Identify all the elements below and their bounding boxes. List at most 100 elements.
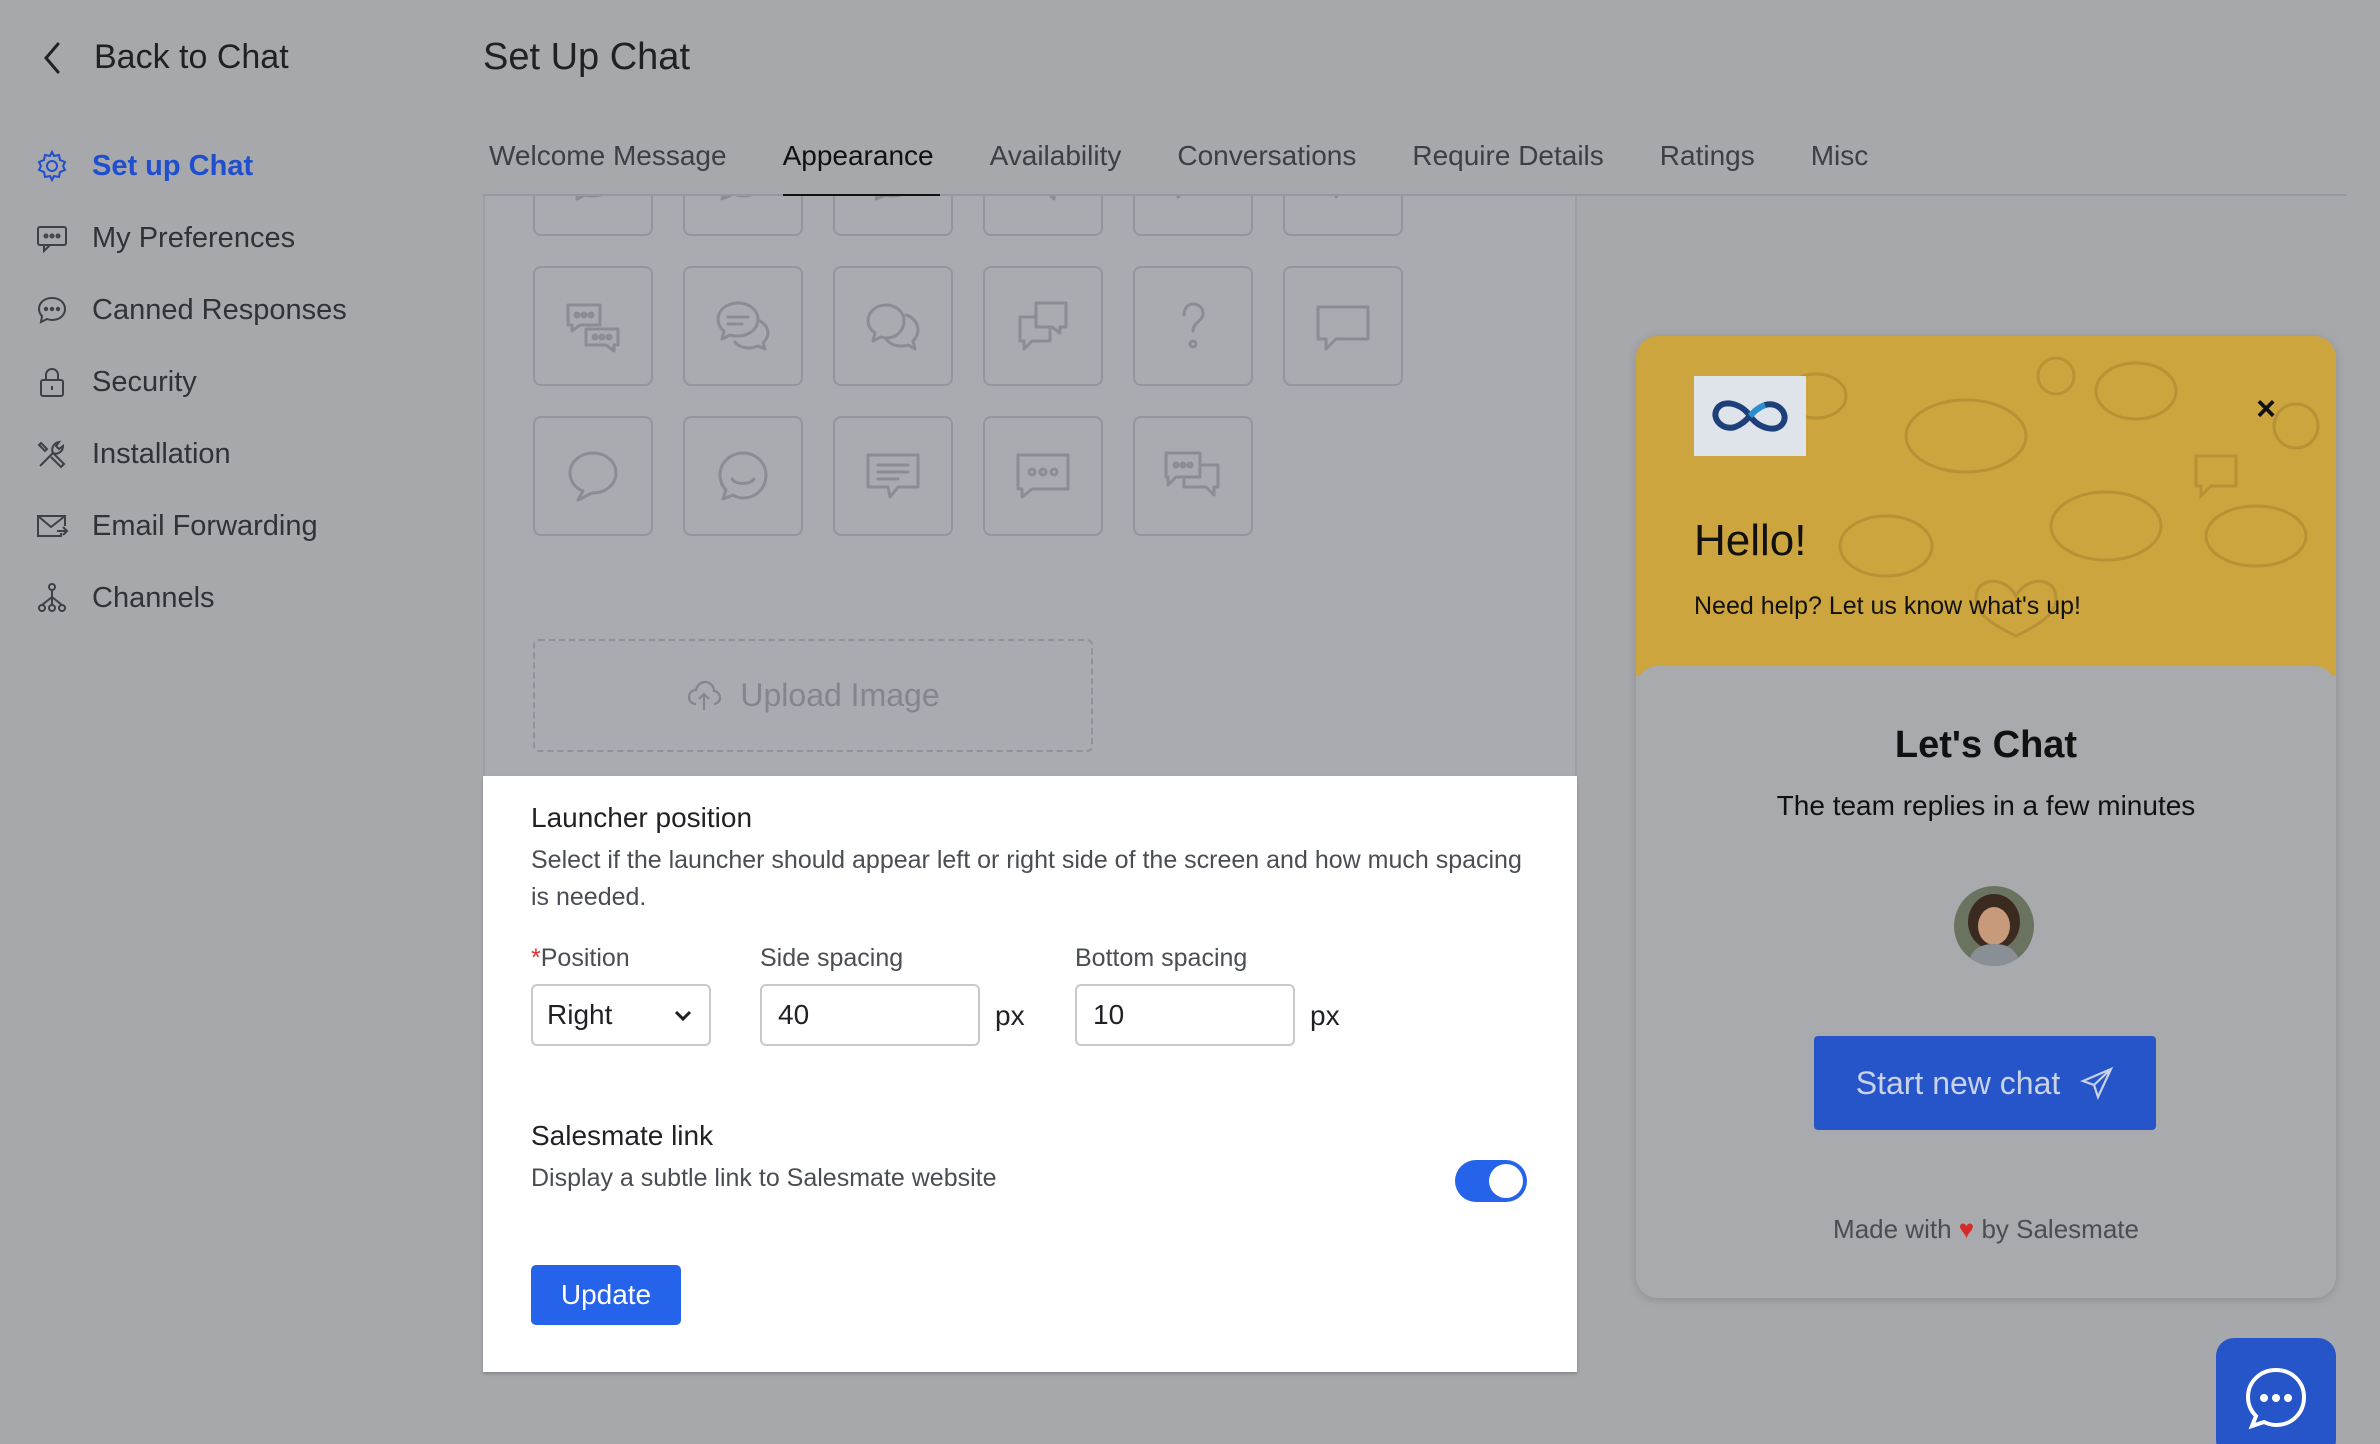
sidebar-item-setup-chat[interactable]: Set up Chat: [34, 130, 454, 202]
tab-require-details[interactable]: Require Details: [1406, 130, 1609, 196]
sidebar-item-label: Security: [92, 365, 197, 398]
launcher-icon-option[interactable]: [683, 266, 803, 386]
launcher-icon-option[interactable]: [1283, 266, 1403, 386]
chevron-down-icon: [674, 1010, 692, 1022]
position-label-text: Position: [540, 944, 630, 972]
salesmate-link-title: Salesmate link: [531, 1120, 714, 1151]
widget-close-icon[interactable]: ×: [2256, 390, 2276, 429]
sidebar-item-label: My Preferences: [92, 221, 296, 254]
sidebar-item-label: Installation: [92, 437, 231, 470]
heart-icon: ♥: [1958, 1214, 1975, 1244]
sidebar-item-label: Set up Chat: [92, 149, 254, 182]
launcher-icon-option[interactable]: [983, 196, 1103, 236]
sidebar-item-email-forwarding[interactable]: Email Forwarding: [34, 490, 454, 562]
round-bubble-icon: [568, 451, 618, 502]
tab-misc[interactable]: Misc: [1805, 130, 1875, 196]
tab-bar: Welcome Message Appearance Availability …: [483, 130, 2347, 198]
bottom-spacing-label: Bottom spacing: [1075, 944, 1248, 972]
launcher-icon-option[interactable]: [533, 266, 653, 386]
widget-help-text: Need help? Let us know what's up!: [1694, 592, 2081, 620]
start-new-chat-button[interactable]: Start new chat: [1814, 1036, 2156, 1130]
bubble-lines-icon: [874, 196, 902, 201]
position-label: *Position: [531, 944, 630, 973]
sidebar-item-security[interactable]: Security: [34, 346, 454, 418]
launcher-icon-option[interactable]: [1133, 196, 1253, 236]
square-bubble-lines-icon: [1176, 196, 1182, 199]
made-with-suffix: by Salesmate: [1981, 1214, 2139, 1244]
agent-avatar: [1954, 886, 2034, 966]
sidebar-item-label: Canned Responses: [92, 293, 347, 326]
page-title: Set Up Chat: [483, 36, 690, 78]
double-round-bubble-icon: [716, 301, 770, 351]
square-bubble-icon: [1316, 305, 1370, 351]
bottom-spacing-unit: px: [1310, 1000, 1340, 1031]
salesmate-link-toggle[interactable]: [1455, 1160, 1527, 1202]
side-spacing-unit: px: [995, 1000, 1025, 1031]
launcher-icon-option[interactable]: [983, 416, 1103, 536]
tab-availability[interactable]: Availability: [984, 130, 1128, 196]
launcher-icon-option[interactable]: [833, 266, 953, 386]
launcher-icon-section: Upload Image: [483, 196, 1577, 776]
tools-icon: [34, 436, 70, 472]
toggle-knob: [1489, 1164, 1523, 1198]
double-round-bubble-icon: [866, 303, 920, 351]
side-spacing-input[interactable]: [760, 984, 980, 1046]
bubble-lines-icon: [1048, 196, 1056, 201]
sidebar-item-label: Email Forwarding: [92, 509, 318, 542]
widget-header: × Hello! Need help? Let us know what's u…: [1636, 336, 2336, 676]
square-bubble-dots-icon: [1016, 453, 1070, 499]
launcher-icon-option[interactable]: [1133, 416, 1253, 536]
lock-icon: [34, 364, 70, 400]
sidebar-item-installation[interactable]: Installation: [34, 418, 454, 490]
launcher-icon-option[interactable]: [1283, 196, 1403, 236]
company-logo: [1694, 376, 1806, 456]
launcher-icon-option[interactable]: [533, 196, 653, 236]
widget-chat-subtitle: The team replies in a few minutes: [1776, 790, 2196, 821]
chevron-left-icon: [44, 42, 60, 73]
launcher-icon-option[interactable]: [1133, 266, 1253, 386]
tab-welcome-message[interactable]: Welcome Message: [483, 130, 733, 196]
square-bubble-lines-icon: [866, 453, 920, 499]
chat-dots-icon: [2245, 1367, 2307, 1430]
tab-conversations[interactable]: Conversations: [1171, 130, 1362, 196]
messenger-bolt-icon: [575, 196, 602, 201]
sidebar-item-canned-responses[interactable]: Canned Responses: [34, 274, 454, 346]
chat-bubble-icon: [34, 292, 70, 328]
bottom-spacing-input[interactable]: [1075, 984, 1295, 1046]
smile-bubble-icon: [718, 451, 768, 501]
side-spacing-label: Side spacing: [760, 944, 904, 972]
upload-image-button[interactable]: Upload Image: [533, 639, 1093, 752]
double-bubble-dots-icon: [1164, 451, 1220, 497]
start-new-chat-label: Start new chat: [1855, 1064, 2061, 1101]
chat-launcher-button[interactable]: [2216, 1338, 2336, 1444]
sidebar-nav: Set up Chat My Preferences Canned Respon…: [34, 130, 454, 634]
position-select-value: Right: [547, 999, 613, 1030]
made-with-footer: Made with ♥ by Salesmate: [1636, 1214, 2336, 1245]
launcher-icon-option[interactable]: [983, 266, 1103, 386]
channels-icon: [34, 580, 70, 616]
infinity-logo-icon: [1712, 400, 1788, 432]
back-to-chat-link[interactable]: Back to Chat: [40, 38, 289, 77]
position-select[interactable]: Right: [531, 984, 711, 1046]
widget-chat-card: Let's Chat The team replies in a few min…: [1636, 666, 2336, 1298]
launcher-icon-option[interactable]: [533, 416, 653, 536]
launcher-position-description: Select if the launcher should appear lef…: [531, 846, 1522, 911]
salesmate-link-description: Display a subtle link to Salesmate websi…: [531, 1164, 997, 1192]
launcher-icon-option[interactable]: [683, 416, 803, 536]
send-icon: [2080, 1066, 2114, 1100]
made-with-prefix: Made with: [1833, 1214, 1952, 1244]
upload-image-label: Upload Image: [740, 677, 940, 713]
launcher-icon-option[interactable]: [683, 196, 803, 236]
tab-ratings[interactable]: Ratings: [1654, 130, 1761, 196]
sidebar-item-my-preferences[interactable]: My Preferences: [34, 202, 454, 274]
chat-widget-preview: × Hello! Need help? Let us know what's u…: [1636, 336, 2336, 1298]
back-to-chat-label: Back to Chat: [94, 38, 289, 76]
update-button[interactable]: Update: [531, 1265, 681, 1325]
tab-appearance[interactable]: Appearance: [777, 130, 940, 198]
preferences-icon: [34, 220, 70, 256]
launcher-settings-panel: Launcher position Select if the launcher…: [483, 776, 1577, 1372]
launcher-icon-option[interactable]: [833, 416, 953, 536]
cloud-upload-icon: [688, 680, 722, 710]
launcher-icon-option[interactable]: [833, 196, 953, 236]
sidebar-item-channels[interactable]: Channels: [34, 562, 454, 634]
